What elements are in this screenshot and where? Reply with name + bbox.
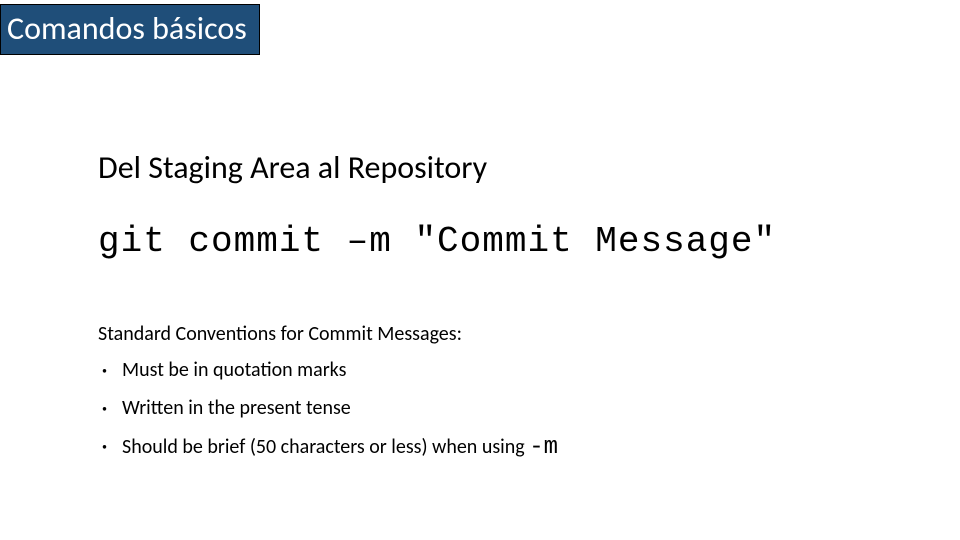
bullet-text: Must be in quotation marks	[122, 358, 346, 382]
inline-code: -m	[529, 434, 558, 461]
list-item: Should be brief (50 characters or less) …	[98, 434, 920, 463]
conventions-heading: Standard Conventions for Commit Messages…	[98, 322, 920, 346]
slide: Comandos básicos Del Staging Area al Rep…	[0, 0, 960, 540]
bullet-text: Should be brief (50 characters or less) …	[122, 435, 529, 459]
git-command: git commit –m "Commit Message"	[98, 221, 920, 262]
subtitle: Del Staging Area al Repository	[98, 148, 920, 187]
conventions-list: Must be in quotation marks Written in th…	[98, 358, 920, 463]
slide-title: Comandos básicos	[7, 9, 247, 48]
list-item: Must be in quotation marks	[98, 358, 920, 382]
bullet-text: Written in the present tense	[122, 396, 351, 420]
title-banner: Comandos básicos	[0, 4, 260, 55]
list-item: Written in the present tense	[98, 396, 920, 420]
content-area: Del Staging Area al Repository git commi…	[98, 148, 920, 477]
